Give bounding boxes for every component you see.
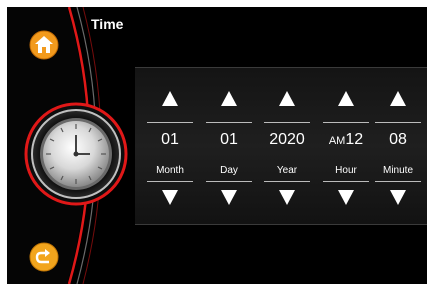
down-arrow-icon [338, 190, 354, 205]
up-arrow-icon [162, 91, 178, 106]
month-label: Month [156, 165, 184, 176]
divider [206, 122, 252, 123]
hour-number: 12 [345, 131, 364, 148]
down-arrow-icon [390, 190, 406, 205]
up-arrow-icon [338, 91, 354, 106]
divider [147, 122, 193, 123]
year-column: 2020 Year [260, 68, 314, 224]
divider [323, 181, 369, 182]
year-label: Year [276, 165, 298, 176]
minute-label: Minute [382, 165, 413, 176]
divider [147, 181, 193, 182]
year-up-button[interactable] [260, 83, 314, 113]
clock-icon[interactable] [24, 102, 129, 207]
day-label: Day [220, 165, 238, 176]
back-icon[interactable] [29, 242, 59, 272]
divider [375, 181, 421, 182]
year-value[interactable]: 2020 [260, 131, 314, 149]
year-down-button[interactable] [260, 183, 314, 213]
up-arrow-icon [279, 91, 295, 106]
month-down-button[interactable] [143, 183, 197, 213]
day-up-button[interactable] [202, 83, 256, 113]
divider [264, 181, 310, 182]
divider [264, 122, 310, 123]
minute-value[interactable]: 08 [371, 131, 425, 149]
down-arrow-icon [162, 190, 178, 205]
hour-down-button[interactable] [319, 183, 373, 213]
day-value[interactable]: 01 [202, 131, 256, 149]
datetime-picker: 01 Month 01 Day 2020 Year AM12 Hour 08 M… [135, 67, 427, 225]
minute-down-button[interactable] [371, 183, 425, 213]
divider [323, 122, 369, 123]
down-arrow-icon [221, 190, 237, 205]
ampm-indicator[interactable]: AM [329, 135, 346, 147]
up-arrow-icon [221, 91, 237, 106]
month-value[interactable]: 01 [143, 131, 197, 149]
minute-column: 08 Minute [371, 68, 425, 224]
month-column: 01 Month [143, 68, 197, 224]
day-column: 01 Day [202, 68, 256, 224]
up-arrow-icon [390, 91, 406, 106]
hour-value[interactable]: AM12 [319, 131, 373, 149]
down-arrow-icon [279, 190, 295, 205]
home-icon[interactable] [29, 30, 59, 60]
hour-column: AM12 Hour [319, 68, 373, 224]
hour-label: Hour [335, 165, 357, 176]
day-down-button[interactable] [202, 183, 256, 213]
page-title: Time [91, 16, 124, 32]
divider [375, 122, 421, 123]
time-settings-screen: Time 01 Month 01 Day 2020 Year AM12 Hour… [7, 7, 427, 284]
minute-up-button[interactable] [371, 83, 425, 113]
month-up-button[interactable] [143, 83, 197, 113]
divider [206, 181, 252, 182]
hour-up-button[interactable] [319, 83, 373, 113]
